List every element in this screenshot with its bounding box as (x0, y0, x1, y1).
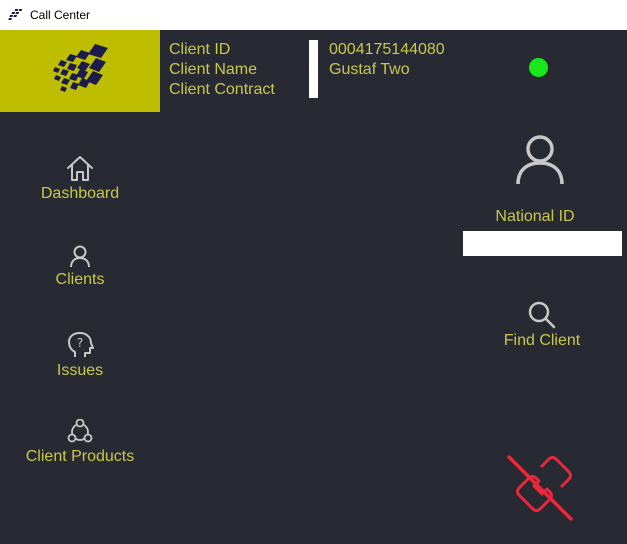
find-client-label: Find Client (503, 332, 581, 349)
title-bar: Call Center (0, 0, 627, 30)
info-divider (309, 40, 318, 98)
national-id-label: National ID (495, 208, 575, 225)
client-avatar-icon (516, 135, 564, 185)
client-name-value: Gustaf Two (329, 61, 410, 78)
help-head-icon: ? (68, 332, 94, 357)
nav-dashboard[interactable]: Dashboard (0, 154, 160, 203)
nav-client-products-label: Client Products (25, 448, 135, 465)
search-icon (528, 301, 556, 329)
user-icon (70, 245, 90, 268)
client-id-value: 0004175144080 (329, 41, 445, 58)
window-title: Call Center (30, 8, 91, 22)
nav-issues-label: Issues (56, 362, 104, 379)
client-info-values: 0004175144080 Gustaf Two (329, 40, 445, 80)
app-logo-icon (8, 9, 23, 20)
call-center-window: Call Center Client ID Client Name Client… (0, 0, 627, 544)
national-id-input[interactable] (463, 231, 622, 256)
client-id-label: Client ID (169, 41, 231, 58)
nav-dashboard-label: Dashboard (40, 185, 120, 202)
client-info-labels: Client ID Client Name Client Contract (169, 40, 275, 100)
svg-text:?: ? (77, 336, 83, 350)
company-logo-icon (53, 44, 108, 92)
find-client-button[interactable]: Find Client (490, 300, 594, 350)
nav-issues[interactable]: ? Issues (0, 331, 160, 380)
nav-client-products[interactable]: Client Products (0, 419, 160, 466)
company-logo (0, 30, 160, 112)
client-contract-label: Client Contract (169, 81, 275, 98)
home-icon (67, 156, 93, 181)
network-icon (67, 419, 93, 443)
client-name-label: Client Name (169, 61, 258, 78)
hangup-call-icon[interactable] (505, 453, 575, 523)
status-indicator (529, 58, 548, 77)
nav-clients[interactable]: Clients (0, 244, 160, 289)
nav-clients-label: Clients (55, 271, 105, 288)
